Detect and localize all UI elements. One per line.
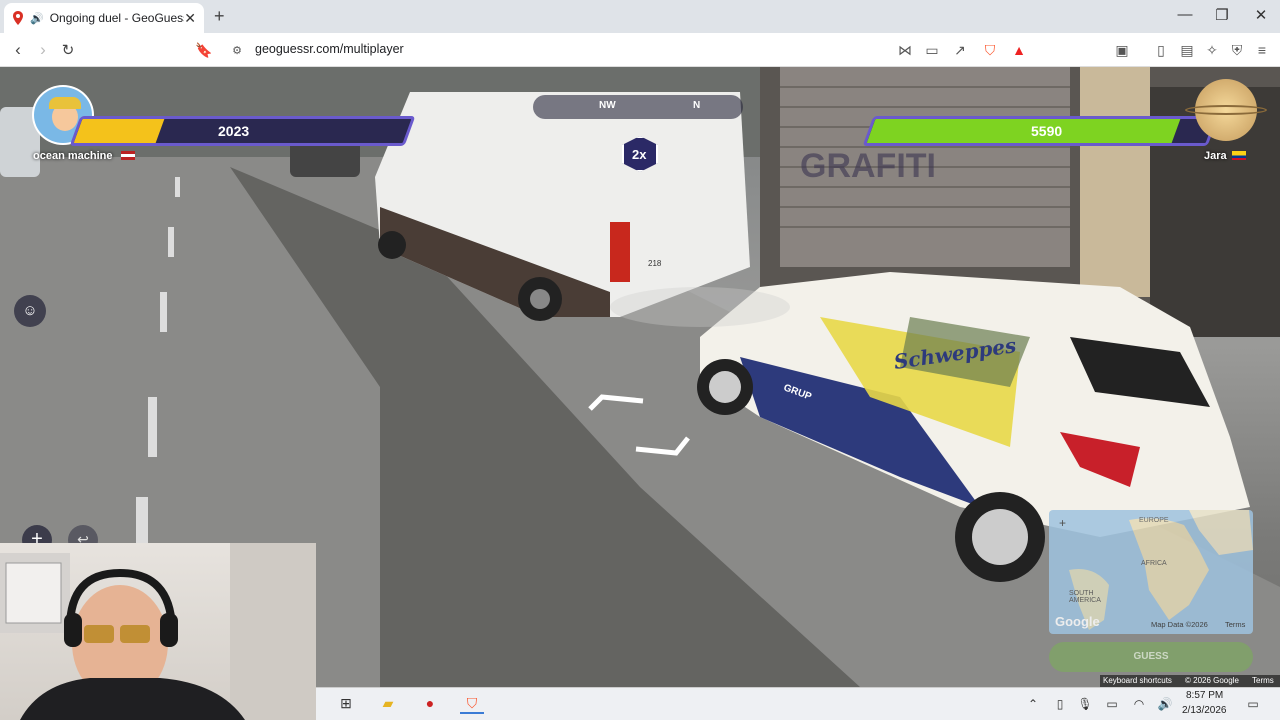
player-right-health-bar: 5590: [862, 116, 1219, 146]
windows-taskbar: ⊞ ▰ ● ⛉ ⌃ ▯ 🎙 ▭ ◠ 🔊 8:57 PM 2/13/2026 ▭: [316, 687, 1280, 720]
volume-icon[interactable]: 🔊: [1156, 697, 1174, 711]
brave-browser-icon[interactable]: ⛉: [460, 695, 484, 714]
player-left-health-bar: 2023: [69, 116, 416, 146]
wifi-icon[interactable]: ◠: [1130, 697, 1148, 711]
keyboard-shortcuts-link[interactable]: Keyboard shortcuts: [1103, 676, 1172, 685]
compass-n: N: [693, 100, 701, 111]
tray-device-icon[interactable]: ▯: [1051, 697, 1069, 711]
brave-rewards-icon[interactable]: ▲: [1010, 42, 1028, 58]
tab-close-icon[interactable]: ✕: [184, 10, 196, 27]
url-field[interactable]: geoguessr.com/multiplayer: [255, 42, 404, 56]
tab-title: Ongoing duel - GeoGuessr: [49, 11, 185, 25]
close-window-icon[interactable]: ✕: [1246, 6, 1276, 24]
microphone-icon[interactable]: 🎙: [1076, 697, 1094, 711]
tab-bar: 🔊 Ongoing duel - GeoGuessr ✕ + — ❐ ✕: [0, 0, 1280, 33]
tray-overflow-icon[interactable]: ⌃: [1024, 697, 1042, 711]
map-label-africa: AFRICA: [1141, 560, 1167, 567]
site-settings-icon[interactable]: ⚙: [228, 44, 246, 57]
map-terms-link[interactable]: Terms: [1225, 620, 1245, 629]
browser-tab[interactable]: 🔊 Ongoing duel - GeoGuessr ✕: [4, 3, 204, 33]
forward-icon[interactable]: ›: [32, 40, 54, 60]
cast-icon[interactable]: ▭: [923, 42, 941, 59]
multiplier-text: 2x: [632, 147, 647, 162]
scene-footer: Keyboard shortcuts © 2026 Google Terms: [1100, 675, 1280, 687]
guess-minimap[interactable]: + EUROPE AFRICA SOUTH AMERICA Google Map…: [1049, 510, 1253, 634]
brave-shield-icon[interactable]: ⛉: [981, 42, 999, 59]
restore-icon[interactable]: ❐: [1207, 6, 1237, 24]
player-left-name: ocean machine: [33, 150, 113, 162]
player-right-name: Jara: [1204, 150, 1227, 162]
van-plate: 218: [648, 259, 662, 268]
player-left-health-fill: [73, 119, 165, 143]
map-label-south-america: SOUTH AMERICA: [1069, 590, 1101, 604]
map-data-text: Map Data ©2026: [1151, 620, 1208, 629]
webcam-overlay: [0, 543, 316, 720]
bookmark-icon[interactable]: 🔖: [195, 42, 213, 59]
player-right-score: 5590: [1031, 123, 1063, 139]
menu-icon[interactable]: ≡: [1253, 42, 1271, 58]
chat-emote-icon[interactable]: ☺: [14, 295, 46, 327]
google-logo: Google: [1055, 614, 1100, 629]
vpn-icon[interactable]: ⛨: [1228, 42, 1246, 59]
translate-icon[interactable]: ⋈: [896, 42, 914, 59]
speaker-icon[interactable]: 🔊: [30, 12, 44, 25]
wallet-icon[interactable]: ▤: [1178, 42, 1196, 59]
back-icon[interactable]: ‹: [7, 40, 29, 60]
leo-ai-icon[interactable]: ✧: [1203, 42, 1221, 59]
share-icon[interactable]: ↗: [951, 42, 969, 59]
player-right-health-fill: [866, 119, 1181, 143]
compass-nw: NW: [599, 100, 616, 111]
player-left-score: 2023: [218, 123, 250, 139]
file-explorer-icon[interactable]: ▰: [376, 695, 400, 712]
scene-terms-link[interactable]: Terms: [1252, 676, 1274, 685]
svg-text:GRAFITI: GRAFITI: [800, 147, 936, 185]
webcam-person: [0, 543, 316, 720]
address-toolbar: ‹ › ↻ 🔖 ⚙ geoguessr.com/multiplayer ⋈ ▭ …: [0, 33, 1280, 67]
new-tab-button[interactable]: +: [214, 6, 225, 27]
battery-icon[interactable]: ▭: [1103, 697, 1121, 711]
reader-mode-icon[interactable]: ▣: [1113, 42, 1131, 59]
sidebar-icon[interactable]: ▯: [1152, 42, 1170, 59]
google-copyright: © 2026 Google: [1185, 676, 1239, 685]
app-icon[interactable]: ●: [418, 695, 442, 711]
map-label-europe: EUROPE: [1139, 517, 1169, 524]
player-right-avatar: [1185, 79, 1267, 141]
minimize-icon[interactable]: —: [1170, 6, 1200, 23]
colombia-flag-icon: [1232, 151, 1246, 160]
us-flag-icon: [121, 151, 135, 160]
compass: NW N: [533, 95, 743, 119]
clock-time[interactable]: 8:57 PM: [1186, 690, 1223, 701]
guess-button[interactable]: GUESS: [1049, 642, 1253, 672]
task-view-icon[interactable]: ⊞: [334, 695, 358, 712]
clock-date[interactable]: 2/13/2026: [1182, 705, 1227, 716]
minimap-zoom-icon[interactable]: +: [1059, 516, 1066, 530]
notifications-icon[interactable]: ▭: [1244, 697, 1262, 711]
reload-icon[interactable]: ↻: [57, 41, 79, 59]
geoguessr-pin-icon: [13, 11, 23, 25]
